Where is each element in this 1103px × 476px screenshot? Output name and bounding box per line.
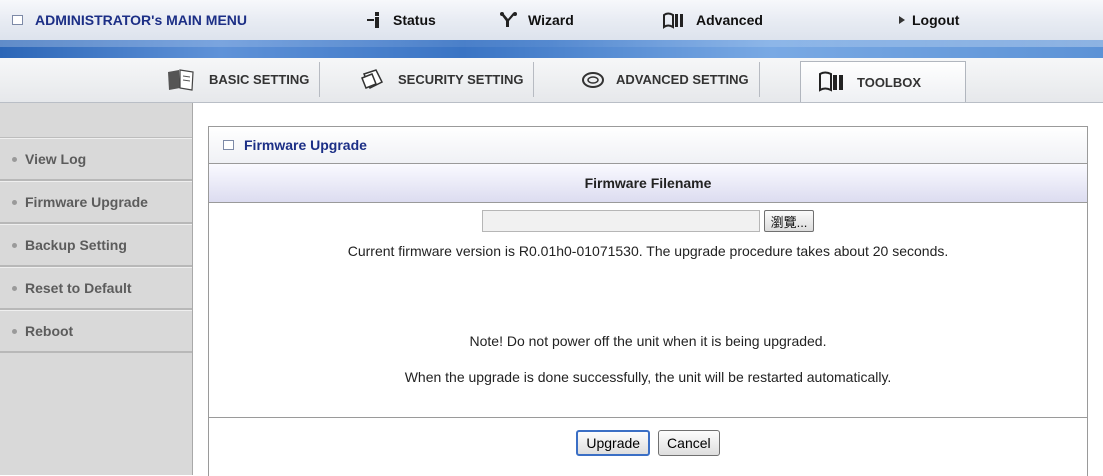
tab-advanced-setting[interactable]: ADVANCED SETTING [580,62,760,97]
upgrade-button[interactable]: Upgrade [576,430,651,456]
sidebar-item-label: Reboot [25,322,74,339]
sidebar-item-label: View Log [25,150,87,167]
bullet-icon [12,199,17,205]
bullet-icon [12,156,17,162]
sidebar-item-label: Firmware Upgrade [25,193,148,210]
book-icon [168,68,194,91]
tab-basic-setting-label: BASIC SETTING [209,72,310,87]
bullet-icon [12,285,17,291]
toolbox-icon [819,71,843,92]
power-off-note: Note! Do not power off the unit when it … [469,333,827,349]
status-icon [367,12,379,28]
sidebar-item-reset-to-default[interactable]: Reset to Default [0,267,192,310]
firmware-version-text: Current firmware version is R0.01h0-0107… [347,243,949,259]
sidebar: View Log Firmware Upgrade Backup Setting… [0,103,193,475]
file-row: 瀏覽... [209,203,1087,239]
sidebar-item-reboot[interactable]: Reboot [0,310,192,353]
top-nav-advanced-label: Advanced [696,12,763,28]
square-bullet-icon [12,15,23,25]
sidebar-item-view-log[interactable]: View Log [0,138,192,181]
decorative-stripe [0,40,1103,58]
top-nav-logout[interactable]: Logout [898,9,959,31]
column-header: Firmware Filename [209,164,1087,203]
admin-menu-label: ADMINISTRATOR's MAIN MENU [35,12,248,28]
tab-security-setting-label: SECURITY SETTING [398,72,524,87]
tab-security-setting[interactable]: SECURITY SETTING [358,62,535,97]
button-bar: Upgrade Cancel [209,417,1087,476]
sidebar-item-backup-setting[interactable]: Backup Setting [0,224,192,267]
browse-button[interactable]: 瀏覽... [763,210,815,232]
square-bullet-icon [223,140,234,150]
bullet-icon [12,328,17,334]
sidebar-item-label: Backup Setting [25,236,127,253]
triangle-right-icon [899,16,905,24]
top-nav-wizard[interactable]: Wizard [498,9,574,31]
security-icon [361,68,384,89]
advanced-icon [663,12,683,29]
cancel-button[interactable]: Cancel [658,430,720,456]
tab-basic-setting[interactable]: BASIC SETTING [165,62,321,97]
top-nav-status[interactable]: Status [365,9,436,31]
advanced-setting-icon [582,71,604,88]
tab-advanced-setting-label: ADVANCED SETTING [616,72,749,87]
firmware-file-input[interactable] [481,210,760,232]
top-nav-wizard-label: Wizard [528,12,574,28]
bullet-icon [12,242,17,248]
sidebar-item-firmware-upgrade[interactable]: Firmware Upgrade [0,181,192,224]
tab-bar: BASIC SETTING SECURITY SETTING ADVANCED … [0,58,1103,103]
sidebar-item-label: Reset to Default [25,279,132,296]
top-nav-status-label: Status [393,12,436,28]
admin-menu-title[interactable]: ADMINISTRATOR's MAIN MENU [12,10,247,30]
panel-title-label: Firmware Upgrade [244,137,367,153]
top-menu-bar: ADMINISTRATOR's MAIN MENU Status Wizard … [0,0,1103,40]
wizard-icon [500,12,517,27]
tab-toolbox-label: TOOLBOX [857,74,922,90]
top-nav-logout-label: Logout [912,12,960,28]
panel-title: Firmware Upgrade [209,127,1087,164]
tab-toolbox[interactable]: TOOLBOX [800,61,966,102]
top-nav-advanced[interactable]: Advanced [662,9,763,31]
firmware-upgrade-panel: Firmware Upgrade Firmware Filename 瀏覽...… [208,126,1088,476]
restart-note: When the upgrade is done successfully, t… [404,369,892,385]
